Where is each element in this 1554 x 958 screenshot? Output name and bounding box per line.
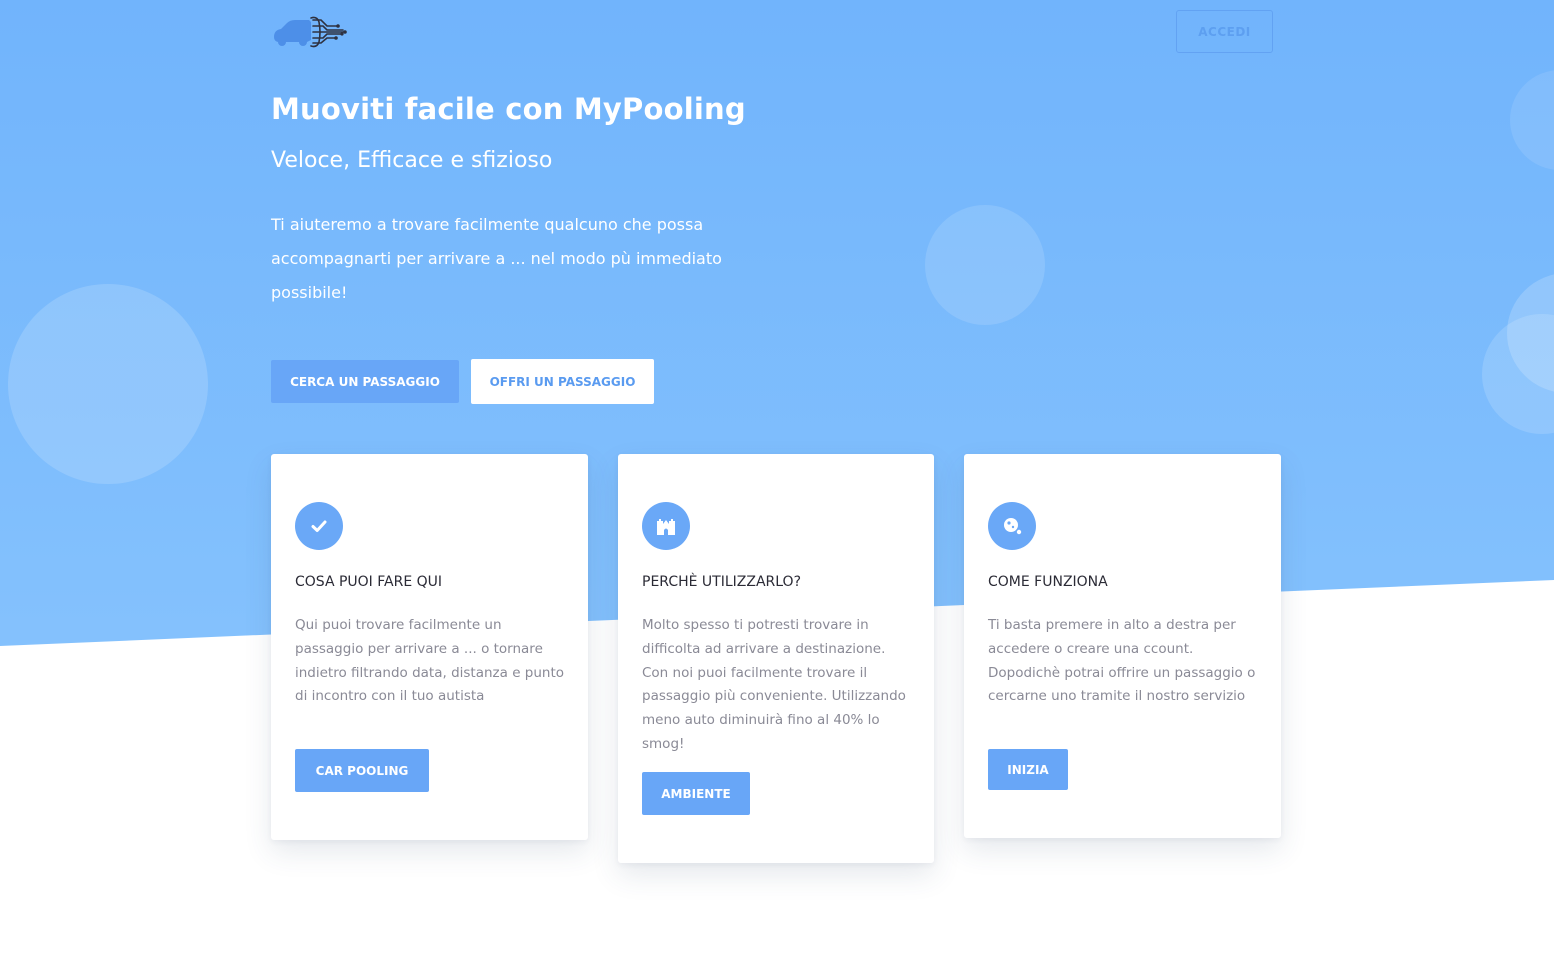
search-ride-button[interactable]: CERCA UN PASSAGGIO bbox=[271, 360, 459, 403]
card-title: COSA PUOI FARE QUI bbox=[295, 574, 443, 590]
card-text: Ti basta premere in alto a destra per ac… bbox=[988, 617, 1256, 705]
feature-card-how: COME FUNZIONA Ti basta premere in alto a… bbox=[964, 454, 1281, 838]
offer-ride-button[interactable]: OFFRI UN PASSAGGIO bbox=[471, 359, 654, 404]
card-title: PERCHÈ UTILIZZARLO? bbox=[642, 574, 802, 590]
feature-card-why: PERCHÈ UTILIZZARLO? Molto spesso ti potr… bbox=[618, 454, 934, 863]
decorative-bubble bbox=[925, 205, 1045, 325]
hero-subtitle: Veloce, Efficace e sfizioso bbox=[271, 148, 553, 173]
planet-icon bbox=[988, 502, 1036, 550]
card-text: Qui puoi trovare facilmente un passaggio… bbox=[295, 617, 565, 705]
environment-button[interactable]: AMBIENTE bbox=[642, 772, 750, 815]
check-icon bbox=[295, 502, 343, 550]
car-pooling-button[interactable]: CAR POOLING bbox=[295, 749, 429, 792]
car-circuit-logo-icon[interactable] bbox=[271, 12, 351, 52]
landing-page: ACCEDI Muoviti facile con MyPooling Velo… bbox=[0, 0, 1554, 958]
start-button[interactable]: INIZIA bbox=[988, 749, 1068, 790]
card-text: Molto spesso ti potresti trovare in diff… bbox=[642, 617, 906, 752]
card-title: COME FUNZIONA bbox=[988, 574, 1108, 590]
hero-title: Muoviti facile con MyPooling bbox=[271, 92, 746, 126]
decorative-bubble bbox=[8, 284, 208, 484]
login-button[interactable]: ACCEDI bbox=[1176, 10, 1273, 53]
hero-description: Ti aiuteremo a trovare facilmente qualcu… bbox=[271, 215, 722, 302]
feature-card-what: COSA PUOI FARE QUI Qui puoi trovare faci… bbox=[271, 454, 588, 840]
castle-icon bbox=[642, 502, 690, 550]
